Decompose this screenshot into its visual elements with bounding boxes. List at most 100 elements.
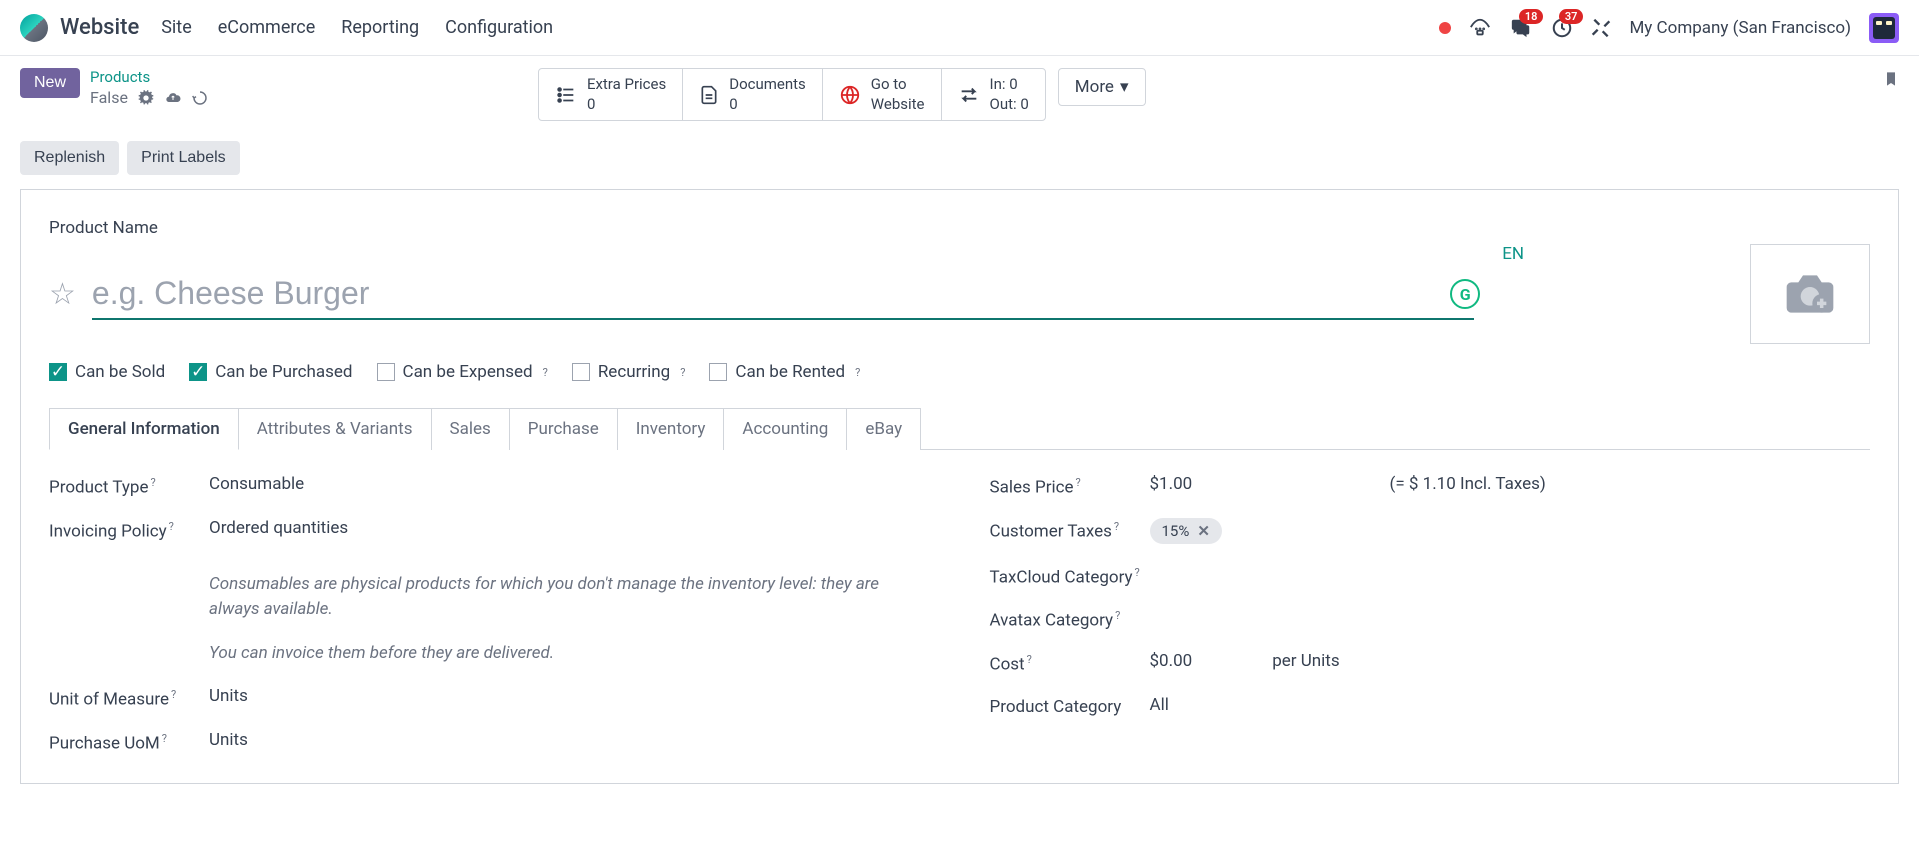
can-be-sold-checkbox[interactable]: ✓Can be Sold: [49, 362, 165, 382]
help-icon[interactable]: ?: [1114, 520, 1119, 533]
product-form: Product Name ☆ G EN ✓Can be Sold ✓Can be…: [20, 189, 1899, 784]
help-icon[interactable]: ?: [1027, 653, 1032, 666]
product-image-upload[interactable]: [1750, 244, 1870, 344]
status-dot: [1439, 22, 1451, 34]
check-label: Recurring: [598, 362, 670, 382]
menu-reporting[interactable]: Reporting: [341, 17, 419, 38]
tag-label: 15%: [1162, 522, 1190, 540]
stat-go-website[interactable]: Go toWebsite: [823, 69, 942, 120]
menu-site[interactable]: Site: [161, 17, 192, 38]
new-button[interactable]: New: [20, 68, 80, 98]
avatax-label: Avatax Category: [990, 611, 1114, 631]
tab-inventory[interactable]: Inventory: [617, 408, 725, 450]
can-be-purchased-checkbox[interactable]: ✓Can be Purchased: [189, 362, 352, 382]
purchase-uom-field[interactable]: Units: [209, 730, 930, 750]
product-type-field[interactable]: Consumable: [209, 474, 930, 494]
tab-purchase[interactable]: Purchase: [509, 408, 618, 450]
product-category-label: Product Category: [990, 695, 1150, 717]
left-column: Product Type? Consumable Invoicing Polic…: [49, 474, 930, 773]
breadcrumb-products[interactable]: Products: [90, 68, 208, 86]
app-brand[interactable]: Website: [60, 15, 139, 40]
company-selector[interactable]: My Company (San Francisco): [1629, 18, 1851, 38]
can-be-expensed-checkbox[interactable]: Can be Expensed?: [377, 362, 548, 382]
product-type-label: Product Type: [49, 478, 148, 498]
help-icon[interactable]: ?: [1115, 609, 1120, 622]
phone-icon[interactable]: [1469, 17, 1491, 39]
language-selector[interactable]: EN: [1502, 244, 1524, 264]
help-icon[interactable]: ?: [150, 476, 155, 489]
breadcrumb-current: False: [90, 88, 128, 107]
action-buttons: Replenish Print Labels: [0, 131, 1919, 189]
grammarly-icon[interactable]: G: [1450, 279, 1480, 309]
tab-ebay[interactable]: eBay: [846, 408, 921, 450]
check-label: Can be Sold: [75, 362, 165, 382]
help-icon[interactable]: ?: [169, 520, 174, 533]
cloud-save-icon[interactable]: [164, 90, 182, 106]
help-icon[interactable]: ?: [1135, 566, 1140, 579]
check-label: Can be Rented: [735, 362, 845, 382]
sales-price-field[interactable]: $1.00: [1150, 474, 1350, 494]
sales-price-incl-taxes: (= $ 1.10 Incl. Taxes): [1390, 474, 1546, 494]
menu-configuration[interactable]: Configuration: [445, 17, 553, 38]
chat-icon[interactable]: 18: [1509, 17, 1533, 39]
help-icon[interactable]: ?: [162, 732, 167, 745]
cost-field[interactable]: $0.00: [1150, 651, 1193, 671]
product-category-field[interactable]: All: [1150, 695, 1871, 715]
tag-remove-icon[interactable]: ✕: [1197, 522, 1210, 540]
stat-label: Extra Prices: [587, 75, 666, 95]
taxcloud-label: TaxCloud Category: [990, 567, 1133, 587]
tax-tag[interactable]: 15% ✕: [1150, 518, 1222, 544]
product-name-input[interactable]: [92, 269, 1474, 320]
activity-badge: 37: [1559, 9, 1584, 24]
help-icon[interactable]: ?: [855, 366, 860, 379]
help-icon[interactable]: ?: [680, 366, 685, 379]
favorite-star-icon[interactable]: ☆: [49, 277, 76, 312]
gear-icon[interactable]: [138, 90, 154, 106]
help-icon[interactable]: ?: [171, 688, 176, 701]
recurring-checkbox[interactable]: Recurring?: [572, 362, 686, 382]
replenish-button[interactable]: Replenish: [20, 141, 119, 175]
stat-out: Out: 0: [990, 95, 1029, 115]
user-avatar[interactable]: [1869, 13, 1899, 43]
form-tabs: General Information Attributes & Variant…: [49, 408, 1870, 450]
purchase-uom-label: Purchase UoM: [49, 733, 160, 753]
top-nav: Website Site eCommerce Reporting Configu…: [0, 0, 1919, 56]
stat-inventory-moves[interactable]: In: 0Out: 0: [942, 69, 1045, 120]
app-logo[interactable]: [20, 14, 48, 42]
can-be-rented-checkbox[interactable]: Can be Rented?: [709, 362, 860, 382]
tab-attributes-variants[interactable]: Attributes & Variants: [238, 408, 432, 450]
stat-extra-prices[interactable]: Extra Prices0: [539, 69, 683, 120]
chat-badge: 18: [1519, 9, 1544, 24]
control-bar: New Products False Extra Prices0 Documen…: [0, 56, 1919, 131]
print-labels-button[interactable]: Print Labels: [127, 141, 240, 175]
help-note: You can invoice them before they are del…: [209, 641, 930, 667]
tab-accounting[interactable]: Accounting: [723, 408, 847, 450]
right-column: Sales Price? $1.00 (= $ 1.10 Incl. Taxes…: [990, 474, 1871, 773]
help-icon[interactable]: ?: [543, 366, 548, 379]
stat-label: Go to: [871, 75, 925, 95]
stat-value: 0: [729, 95, 806, 115]
cost-label: Cost: [990, 655, 1025, 675]
discard-icon[interactable]: [192, 90, 208, 106]
chevron-down-icon: ▾: [1120, 77, 1129, 97]
more-label: More: [1075, 77, 1114, 97]
stat-documents[interactable]: Documents0: [683, 69, 823, 120]
help-icon[interactable]: ?: [1076, 476, 1081, 489]
more-dropdown[interactable]: More ▾: [1058, 68, 1146, 106]
stat-label: Documents: [729, 75, 806, 95]
uom-label: Unit of Measure: [49, 690, 169, 710]
activity-icon[interactable]: 37: [1551, 17, 1573, 39]
tab-general-information[interactable]: General Information: [49, 408, 239, 450]
invoicing-policy-field[interactable]: Ordered quantities: [209, 518, 930, 538]
invoicing-policy-label: Invoicing Policy: [49, 521, 167, 541]
customer-taxes-label: Customer Taxes: [990, 521, 1112, 541]
tools-icon[interactable]: [1591, 18, 1611, 38]
stat-value: 0: [587, 95, 666, 115]
stat-buttons: Extra Prices0 Documents0 Go toWebsite In…: [538, 68, 1046, 121]
top-menu: Site eCommerce Reporting Configuration: [161, 17, 553, 38]
product-name-label: Product Name: [49, 218, 1870, 238]
tab-sales[interactable]: Sales: [431, 408, 510, 450]
uom-field[interactable]: Units: [209, 686, 930, 706]
menu-ecommerce[interactable]: eCommerce: [218, 17, 316, 38]
bookmark-icon[interactable]: [1883, 68, 1899, 90]
